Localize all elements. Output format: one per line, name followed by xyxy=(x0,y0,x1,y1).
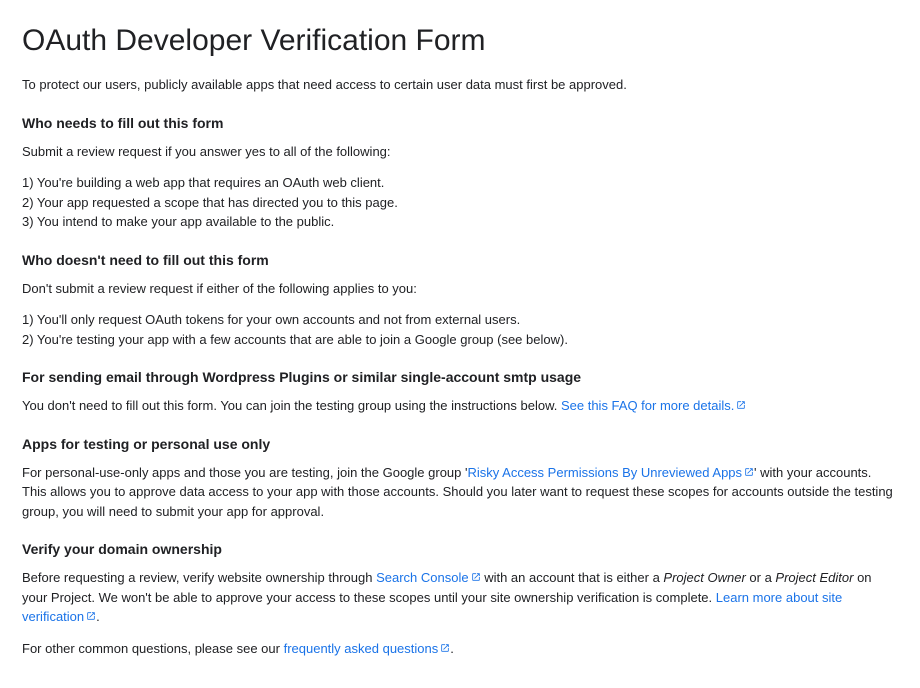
text: or a xyxy=(746,570,776,585)
list-item: 3) You intend to make your app available… xyxy=(22,212,898,232)
who-needs-lead: Submit a review request if you answer ye… xyxy=(22,142,898,162)
verify-text: Before requesting a review, verify websi… xyxy=(22,568,898,627)
list-item: 2) Your app requested a scope that has d… xyxy=(22,193,898,213)
link-text: frequently asked questions xyxy=(284,641,439,656)
who-not-lead: Don't submit a review request if either … xyxy=(22,279,898,299)
risky-access-link[interactable]: Risky Access Permissions By Unreviewed A… xyxy=(467,465,754,480)
heading-testing: Apps for testing or personal use only xyxy=(22,434,898,455)
external-link-icon xyxy=(440,643,450,653)
text: . xyxy=(450,641,454,656)
testing-text: For personal-use-only apps and those you… xyxy=(22,463,898,522)
project-owner-em: Project Owner xyxy=(663,570,745,585)
link-text: See this FAQ for more details. xyxy=(561,398,734,413)
project-editor-em: Project Editor xyxy=(775,570,853,585)
link-text: Risky Access Permissions By Unreviewed A… xyxy=(467,465,742,480)
external-link-icon xyxy=(736,400,746,410)
text: Before requesting a review, verify websi… xyxy=(22,570,376,585)
text: For other common questions, please see o… xyxy=(22,641,284,656)
search-console-link[interactable]: Search Console xyxy=(376,570,481,585)
text: . xyxy=(96,609,100,624)
who-not-list: 1) You'll only request OAuth tokens for … xyxy=(22,310,898,349)
text: You don't need to fill out this form. Yo… xyxy=(22,398,561,413)
text: with an account that is either a xyxy=(481,570,664,585)
heading-verify: Verify your domain ownership xyxy=(22,539,898,560)
external-link-icon xyxy=(86,611,96,621)
external-link-icon xyxy=(471,572,481,582)
external-link-icon xyxy=(744,467,754,477)
page-title: OAuth Developer Verification Form xyxy=(22,18,898,63)
heading-who-needs: Who needs to fill out this form xyxy=(22,113,898,134)
faq-link[interactable]: See this FAQ for more details. xyxy=(561,398,746,413)
text: For personal-use-only apps and those you… xyxy=(22,465,467,480)
faq-outro-link[interactable]: frequently asked questions xyxy=(284,641,451,656)
link-text: Search Console xyxy=(376,570,469,585)
who-needs-list: 1) You're building a web app that requir… xyxy=(22,173,898,232)
heading-smtp: For sending email through Wordpress Plug… xyxy=(22,367,898,388)
list-item: 1) You're building a web app that requir… xyxy=(22,173,898,193)
faq-outro: For other common questions, please see o… xyxy=(22,639,898,659)
list-item: 2) You're testing your app with a few ac… xyxy=(22,330,898,350)
list-item: 1) You'll only request OAuth tokens for … xyxy=(22,310,898,330)
intro-text: To protect our users, publicly available… xyxy=(22,75,898,95)
heading-who-not: Who doesn't need to fill out this form xyxy=(22,250,898,271)
smtp-text: You don't need to fill out this form. Yo… xyxy=(22,396,898,416)
